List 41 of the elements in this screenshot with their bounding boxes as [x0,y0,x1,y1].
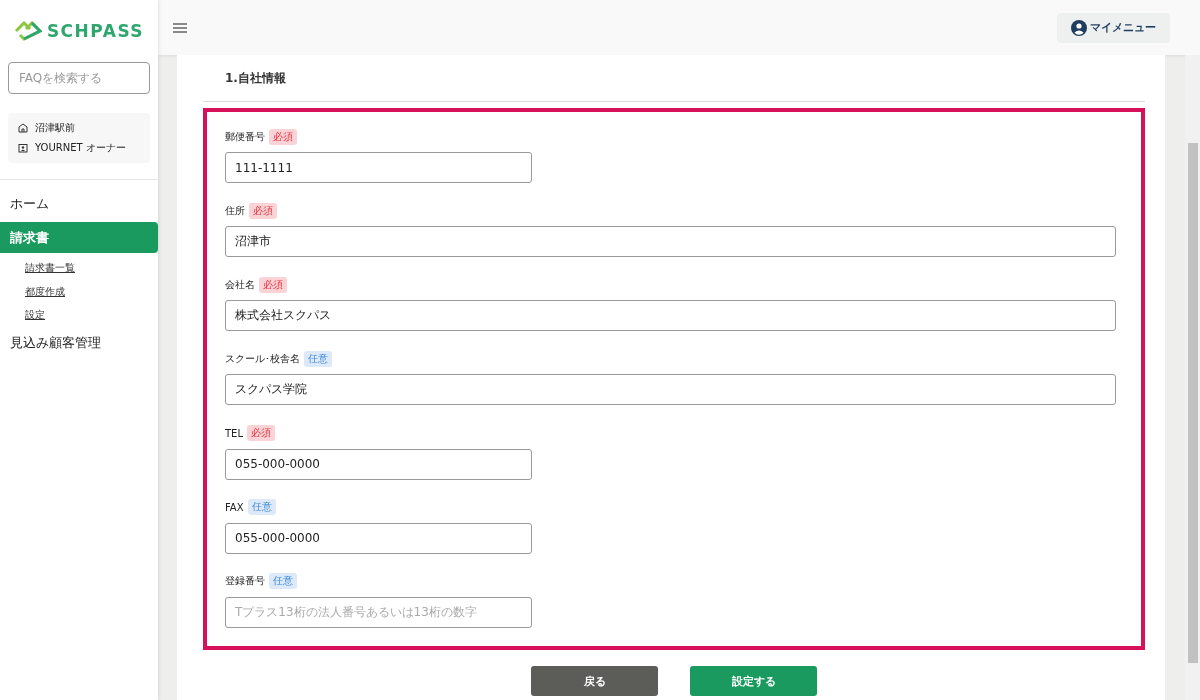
account-text: 沼津駅前 [35,121,75,135]
optional-tag: 任意 [247,499,276,516]
field-label: FAX [225,501,244,513]
section-title: 1.自社情報 [203,55,1145,102]
required-tag: 必須 [247,425,275,442]
field-label: 郵便番号 [225,129,265,144]
optional-tag: 任意 [269,573,297,590]
nav-item[interactable]: 請求書 [0,222,158,253]
required-tag: 必須 [259,276,287,293]
required-tag: 必須 [249,202,277,219]
sub-nav-link[interactable]: 請求書一覧 [0,256,158,280]
sub-nav-link[interactable]: 設定 [0,303,158,327]
input-field[interactable]: 株式会社スクパス [225,300,1116,332]
required-tag: 必須 [269,128,297,145]
field-label: 会社名 [225,277,255,292]
menu-icon[interactable] [172,21,188,34]
id-badge-icon [18,143,28,153]
input-field[interactable]: 055-000-0000 [225,448,532,480]
field-label: 住所 [225,203,245,218]
nav-item[interactable]: ホーム [0,188,158,219]
faq-search-field[interactable]: FAQを検索する [8,62,150,94]
my-menu-button[interactable]: マイメニュー [1057,12,1170,43]
sub-nav-link[interactable]: 都度作成 [0,279,158,303]
back-button[interactable]: 戻る [531,666,658,696]
account-text: YOURNET オーナー [35,141,126,155]
user-icon [1071,19,1087,36]
logo-text: SCHPASS [46,21,145,41]
home-icon [18,123,28,133]
input-field[interactable]: スクパス学院 [225,374,1116,406]
scrollbar[interactable] [1185,55,1200,700]
input-field[interactable]: Tプラス13桁の法人番号あるいは13桁の数字 [225,596,532,628]
nav-item[interactable]: 見込み顧客管理 [0,326,158,358]
input-field[interactable]: 055-000-0000 [225,522,532,554]
field-label: TEL [225,427,243,439]
logo-icon [13,21,42,41]
optional-tag: 任意 [304,350,332,367]
input-field[interactable]: 沼津市 [225,226,1116,258]
submit-button[interactable]: 設定する [690,666,817,696]
field-label: スクール･校舎名 [225,351,300,366]
field-label: 登録番号 [225,574,265,589]
input-field[interactable]: 111-1111 [225,152,532,183]
